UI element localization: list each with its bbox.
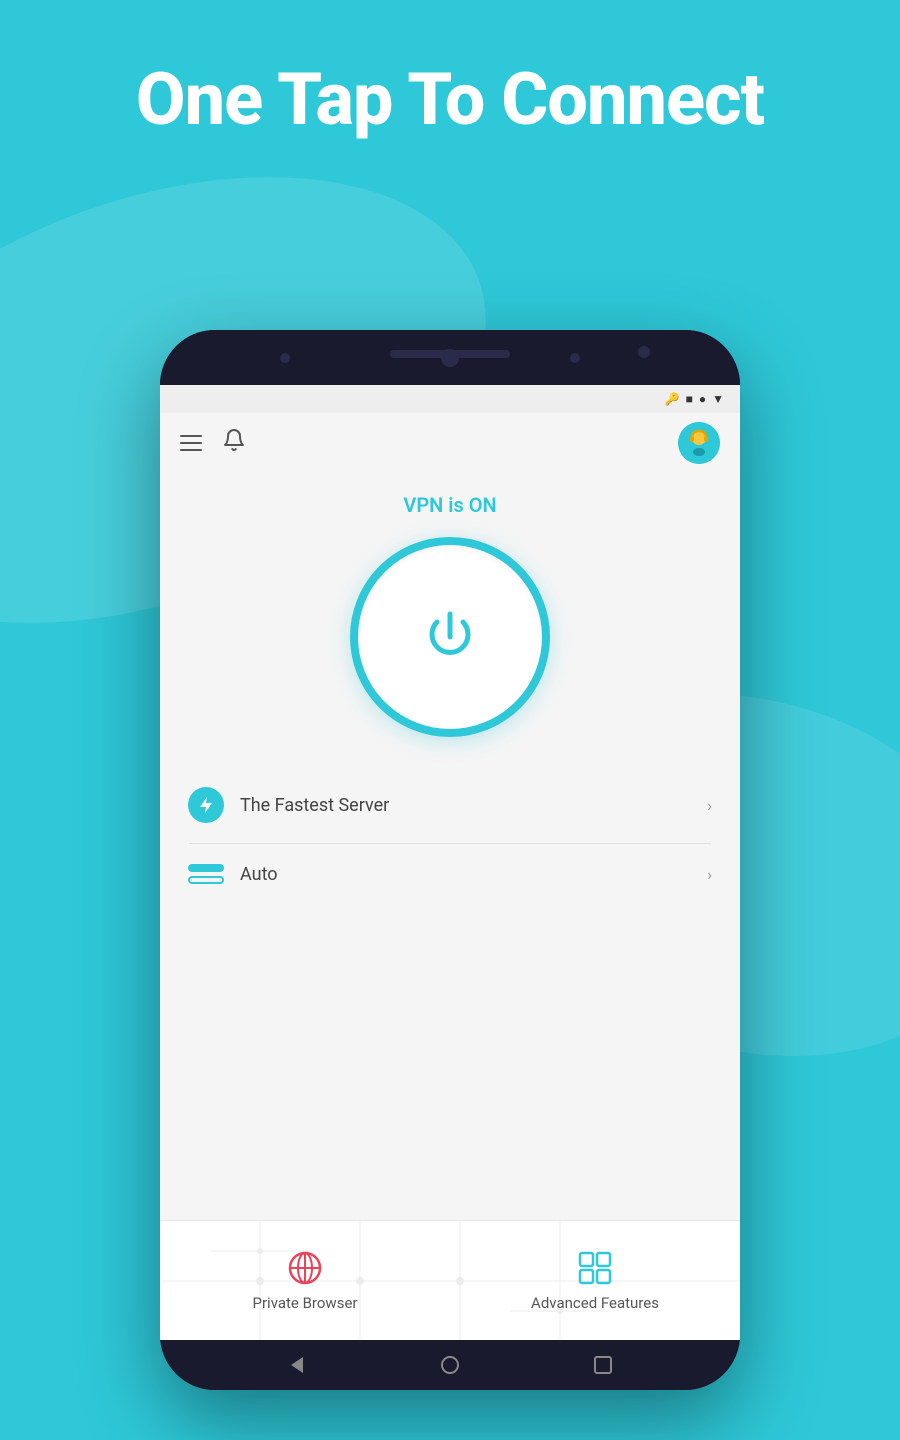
status-dot-icon: ●	[699, 392, 706, 406]
power-icon	[415, 602, 485, 672]
server-label: The Fastest Server	[240, 795, 691, 816]
hamburger-line-2	[180, 442, 202, 444]
protocol-chevron-icon: ›	[707, 865, 712, 884]
phone-bottom-bar	[160, 1340, 740, 1390]
power-button-wrapper	[160, 537, 740, 737]
vpn-status-text: VPN is ON	[160, 493, 740, 517]
protocol-label: Auto	[240, 864, 691, 885]
recents-button[interactable]	[591, 1353, 615, 1377]
server-row[interactable]: The Fastest Server ›	[160, 767, 740, 843]
phone-top-bar	[160, 330, 740, 385]
status-bar: 🔑 ■ ● ▼	[160, 385, 740, 413]
power-button[interactable]	[350, 537, 550, 737]
back-button[interactable]	[285, 1353, 309, 1377]
phone-camera-left	[280, 353, 290, 363]
status-square-icon: ■	[686, 392, 693, 406]
protocol-row[interactable]: Auto ›	[160, 844, 740, 904]
app-header	[160, 413, 740, 473]
protocol-bar-2	[188, 876, 224, 884]
private-browser-label: Private Browser	[253, 1294, 358, 1312]
hero-title: One Tap To Connect	[0, 60, 900, 139]
nav-advanced-features[interactable]: Advanced Features	[450, 1221, 740, 1340]
phone-screen: 🔑 ■ ● ▼	[160, 385, 740, 1340]
vpn-key-icon: 🔑	[665, 392, 680, 406]
signal-icon: ▼	[712, 392, 724, 406]
bottom-nav: Private Browser Advanced Features	[160, 1220, 740, 1340]
lightning-icon	[188, 787, 224, 823]
server-chevron-icon: ›	[707, 796, 712, 815]
phone-frame: 🔑 ■ ● ▼	[160, 330, 740, 1390]
phone-speaker	[390, 350, 510, 358]
header-left	[180, 428, 246, 458]
notification-bell-icon[interactable]	[222, 428, 246, 458]
avatar[interactable]	[678, 422, 720, 464]
hamburger-line-3	[180, 449, 202, 451]
home-button[interactable]	[438, 1353, 462, 1377]
protocol-bar-1	[188, 864, 224, 872]
hamburger-line-1	[180, 435, 202, 437]
phone-camera-right	[570, 353, 580, 363]
phone-sensor	[638, 346, 650, 358]
advanced-features-label: Advanced Features	[531, 1294, 659, 1312]
protocol-icon	[188, 862, 224, 886]
nav-private-browser[interactable]: Private Browser	[160, 1221, 450, 1340]
menu-button[interactable]	[180, 435, 202, 451]
